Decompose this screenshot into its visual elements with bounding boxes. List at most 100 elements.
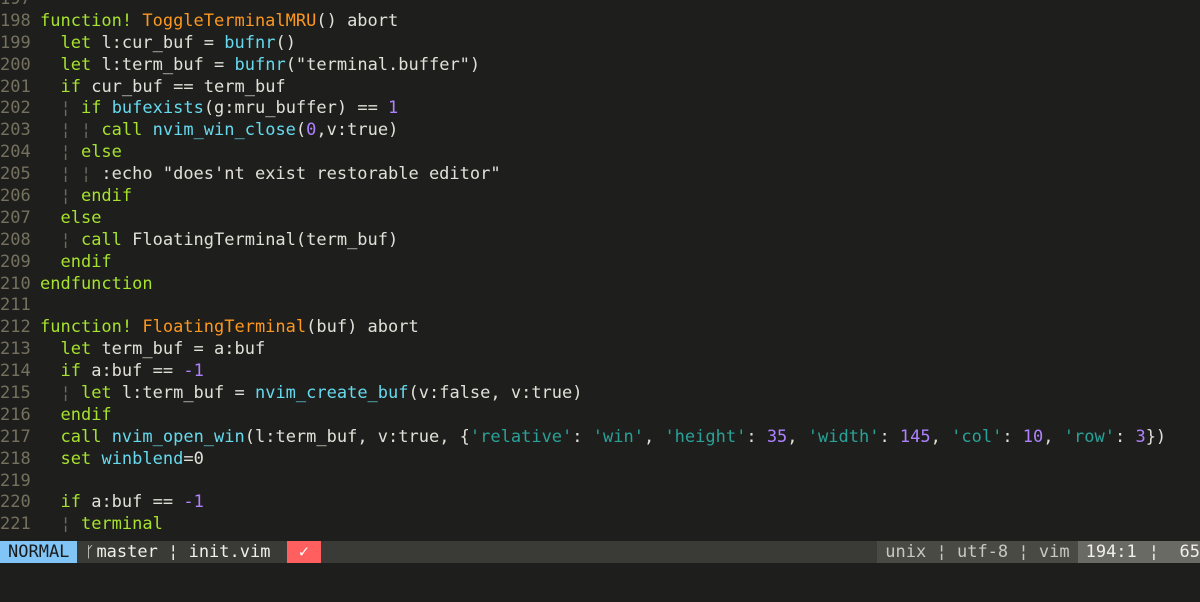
code-line[interactable]: 211 xyxy=(0,295,1200,317)
code-line[interactable]: 197 xyxy=(0,0,1200,11)
code-line[interactable]: 216 endif xyxy=(0,405,1200,427)
code-token: , xyxy=(643,426,665,447)
code-token: let xyxy=(60,32,92,53)
line-number: 215 xyxy=(0,383,31,404)
line-code: ¦ if bufexists(g:mru_buffer) == 1 xyxy=(40,98,398,120)
command-line[interactable] xyxy=(0,563,1200,602)
code-token: nvim_win_close xyxy=(152,120,296,141)
lint-ok-icon: ✓ xyxy=(286,541,321,563)
branch-separator: ¦ xyxy=(157,542,189,562)
code-token: l:term_buf = xyxy=(91,54,235,75)
file-encoding: utf-8 xyxy=(956,542,1009,562)
line-number: 218 xyxy=(0,448,31,469)
code-line[interactable]: 214 if a:buf == -1 xyxy=(0,361,1200,383)
code-token: nvim_create_buf xyxy=(254,383,409,404)
code-line[interactable]: 213 let term_buf = a:buf xyxy=(0,339,1200,361)
code-token: function! xyxy=(40,317,143,338)
code-token: 'width' xyxy=(807,426,880,447)
code-token: call xyxy=(60,426,102,447)
percent-separator: ¦ xyxy=(1148,542,1160,562)
code-token: let xyxy=(60,54,92,75)
code-line[interactable]: 221 ¦ terminal xyxy=(0,514,1200,536)
line-code: if a:buf == -1 xyxy=(40,361,203,383)
code-token: :echo xyxy=(101,164,163,185)
code-token: 'win' xyxy=(592,426,644,447)
code-token: 'height' xyxy=(664,426,747,447)
code-line[interactable]: 205 ¦ ¦ :echo "does'nt exist restorable … xyxy=(0,164,1200,186)
code-token: 145 xyxy=(899,426,931,447)
line-number: 217 xyxy=(0,426,31,447)
line-code: let term_buf = a:buf xyxy=(40,339,265,361)
editor-buffer[interactable]: 197198 function! ToggleTerminalMRU() abor… xyxy=(0,0,1200,536)
code-line[interactable]: 209 endif xyxy=(0,252,1200,274)
code-line[interactable]: 220 if a:buf == -1 xyxy=(0,492,1200,514)
code-line[interactable]: 204 ¦ else xyxy=(0,142,1200,164)
code-token: set xyxy=(60,448,92,469)
line-number: 207 xyxy=(0,207,31,228)
code-line[interactable]: 210 endfunction xyxy=(0,274,1200,296)
line-code: call nvim_open_win(l:term_buf, v:true, {… xyxy=(40,427,1166,449)
code-line[interactable]: 219 xyxy=(0,471,1200,493)
code-line[interactable]: 207 else xyxy=(0,208,1200,230)
code-token: : xyxy=(1114,426,1136,447)
code-token: =0 xyxy=(183,448,204,469)
code-line[interactable]: 206 ¦ endif xyxy=(0,186,1200,208)
line-number: 221 xyxy=(0,514,31,535)
code-token: else xyxy=(80,142,122,163)
line-number: 200 xyxy=(0,54,31,75)
line-number: 197 xyxy=(0,0,40,11)
code-token: if xyxy=(80,98,102,119)
code-line[interactable]: 218 set winblend=0 xyxy=(0,449,1200,471)
file-format: unix xyxy=(885,542,927,562)
line-code: else xyxy=(40,208,101,230)
code-token: call xyxy=(80,229,122,250)
line-number: 203 xyxy=(0,120,31,141)
line-number: 214 xyxy=(0,361,31,382)
status-line: NORMAL ᚴ master ¦ init.vim ✓ unix ¦ utf-8… xyxy=(0,541,1200,563)
code-token: , xyxy=(787,426,808,447)
code-token: l:cur_buf = xyxy=(91,32,225,53)
info-separator: ¦ xyxy=(926,542,957,562)
line-code: let l:term_buf = bufnr("terminal.buffer"… xyxy=(40,55,480,77)
file-type: vim xyxy=(1038,542,1070,562)
code-line[interactable]: 199 let l:cur_buf = bufnr() xyxy=(0,33,1200,55)
code-token: ,v:true) xyxy=(316,120,399,141)
line-code: function! FloatingTerminal(buf) abort xyxy=(40,317,419,339)
code-token: endif xyxy=(60,404,112,425)
code-line[interactable]: 215 ¦ let l:term_buf = nvim_create_buf(v… xyxy=(0,383,1200,405)
code-line[interactable]: 202 ¦ if bufexists(g:mru_buffer) == 1 xyxy=(0,98,1200,120)
code-token: ¦ xyxy=(40,514,81,535)
code-token: call xyxy=(101,120,143,141)
code-token: function! xyxy=(40,10,143,31)
code-line[interactable]: 208 ¦ call FloatingTerminal(term_buf) xyxy=(0,230,1200,252)
code-token: 'col' xyxy=(951,426,1003,447)
code-token: 1 xyxy=(388,98,399,119)
code-line[interactable]: 203 ¦ ¦ call nvim_win_close(0,v:true) xyxy=(0,120,1200,142)
code-token: term_buf = a:buf xyxy=(91,339,266,360)
code-line[interactable]: 212 function! FloatingTerminal(buf) abort xyxy=(0,317,1200,339)
line-number: 205 xyxy=(0,164,31,185)
line-number: 216 xyxy=(0,404,31,425)
code-line[interactable]: 198 function! ToggleTerminalMRU() abort xyxy=(0,11,1200,33)
code-token: a:buf == xyxy=(80,361,184,382)
code-token: (l:term_buf, v:true, { xyxy=(244,426,470,447)
code-token: l:term_buf = xyxy=(111,383,255,404)
code-token: endif xyxy=(80,186,133,207)
cursor-position: 194:1 xyxy=(1077,541,1145,563)
code-token: : xyxy=(572,426,593,447)
code-line[interactable]: 217 call nvim_open_win(l:term_buf, v:tru… xyxy=(0,427,1200,449)
code-token: ¦ xyxy=(40,186,81,207)
code-line[interactable]: 201 if cur_buf == term_buf xyxy=(0,77,1200,99)
line-code: ¦ ¦ call nvim_win_close(0,v:true) xyxy=(40,120,398,142)
code-token: bufnr xyxy=(224,32,276,53)
line-code: ¦ ¦ :echo "does'nt exist restorable edit… xyxy=(40,164,500,186)
code-line[interactable]: 200 let l:term_buf = bufnr("terminal.buf… xyxy=(0,55,1200,77)
